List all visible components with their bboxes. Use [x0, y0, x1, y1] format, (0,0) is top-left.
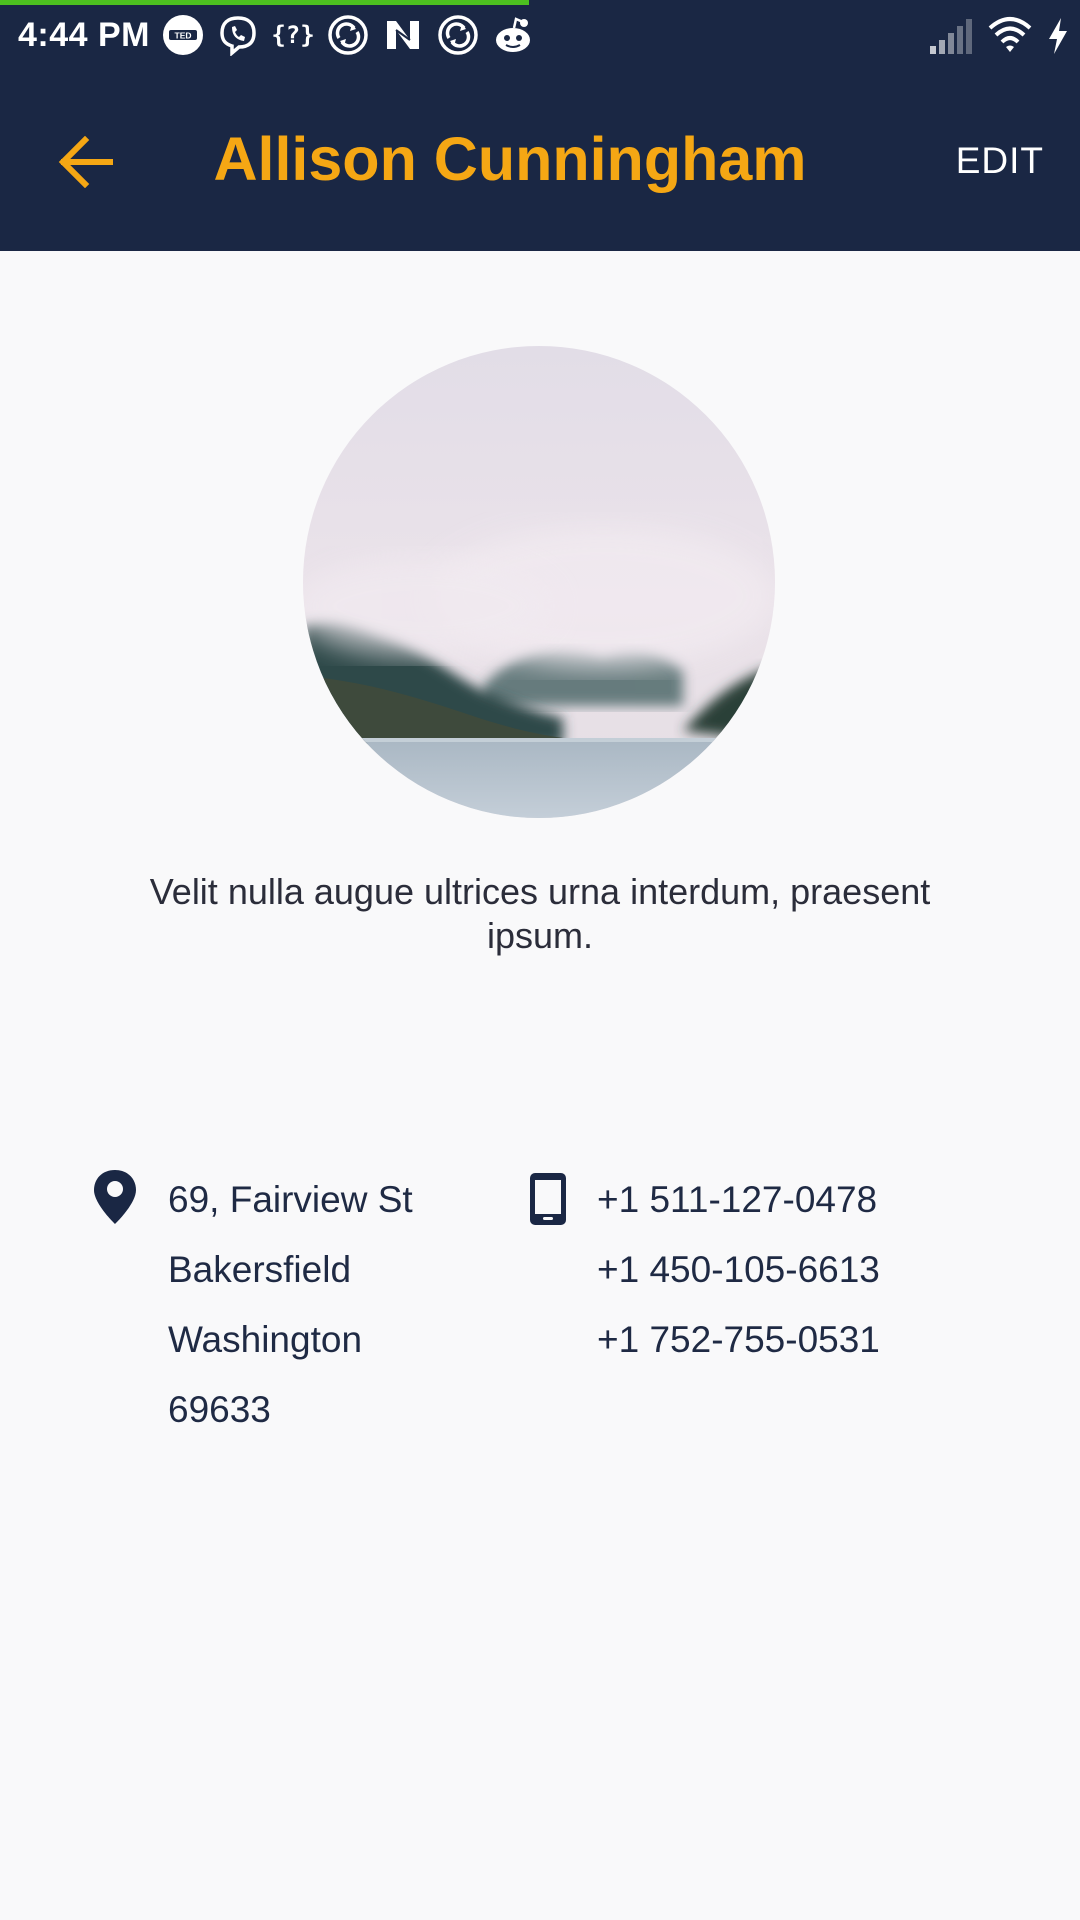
ted-icon: TED — [163, 15, 203, 55]
sync-icon — [438, 15, 478, 55]
address-state: Washington — [168, 1319, 363, 1360]
phone-numbers: +1 511-127-0478 +1 450-105-6613 +1 752-7… — [597, 1168, 880, 1378]
profile-bio: Velit nulla augue ultrices urna interdum… — [149, 871, 931, 956]
address-street: 69, Fairview St — [168, 1179, 413, 1220]
sync-icon — [328, 15, 368, 55]
phone-number-2[interactable]: +1 450-105-6613 — [597, 1238, 880, 1308]
address-lines: 69, Fairview St Bakersfield Washington 6… — [168, 1168, 413, 1448]
phone-number-1[interactable]: +1 511-127-0478 — [597, 1168, 880, 1238]
svg-text:TED: TED — [175, 31, 192, 41]
status-bar: 4:44 PM TED {?} — [0, 0, 1080, 76]
code-braces-icon: {?} — [272, 21, 314, 49]
back-button[interactable] — [46, 122, 126, 202]
system-icons — [928, 16, 1070, 56]
map-pin-icon — [94, 1170, 136, 1224]
address-zip: 69633 — [168, 1389, 271, 1430]
contact-detail-screen: 4:44 PM TED {?} Allison Cunningham EDIT … — [0, 0, 1080, 1920]
status-time: 4:44 PM — [18, 16, 150, 54]
notification-icons: TED {?} — [162, 14, 534, 56]
svg-text:{?}: {?} — [272, 21, 314, 49]
wifi-icon — [988, 17, 1032, 52]
app-toolbar: Allison Cunningham EDIT — [0, 76, 1080, 251]
reddit-icon — [496, 17, 530, 52]
charging-bolt-icon — [1049, 18, 1067, 54]
edit-button[interactable]: EDIT — [956, 140, 1044, 182]
contact-name-title: Allison Cunningham — [213, 125, 807, 193]
cell-signal-icon — [930, 19, 972, 54]
arrow-left-icon — [58, 136, 113, 188]
viber-icon — [220, 16, 256, 56]
phone-number-3[interactable]: +1 752-755-0531 — [597, 1308, 880, 1378]
page-load-progress-bar — [0, 0, 530, 5]
n-app-icon — [387, 21, 419, 49]
profile-avatar — [303, 346, 775, 818]
avatar-landscape-image — [303, 346, 775, 818]
address-city: Bakersfield — [168, 1249, 352, 1290]
mobile-phone-icon — [530, 1173, 566, 1225]
